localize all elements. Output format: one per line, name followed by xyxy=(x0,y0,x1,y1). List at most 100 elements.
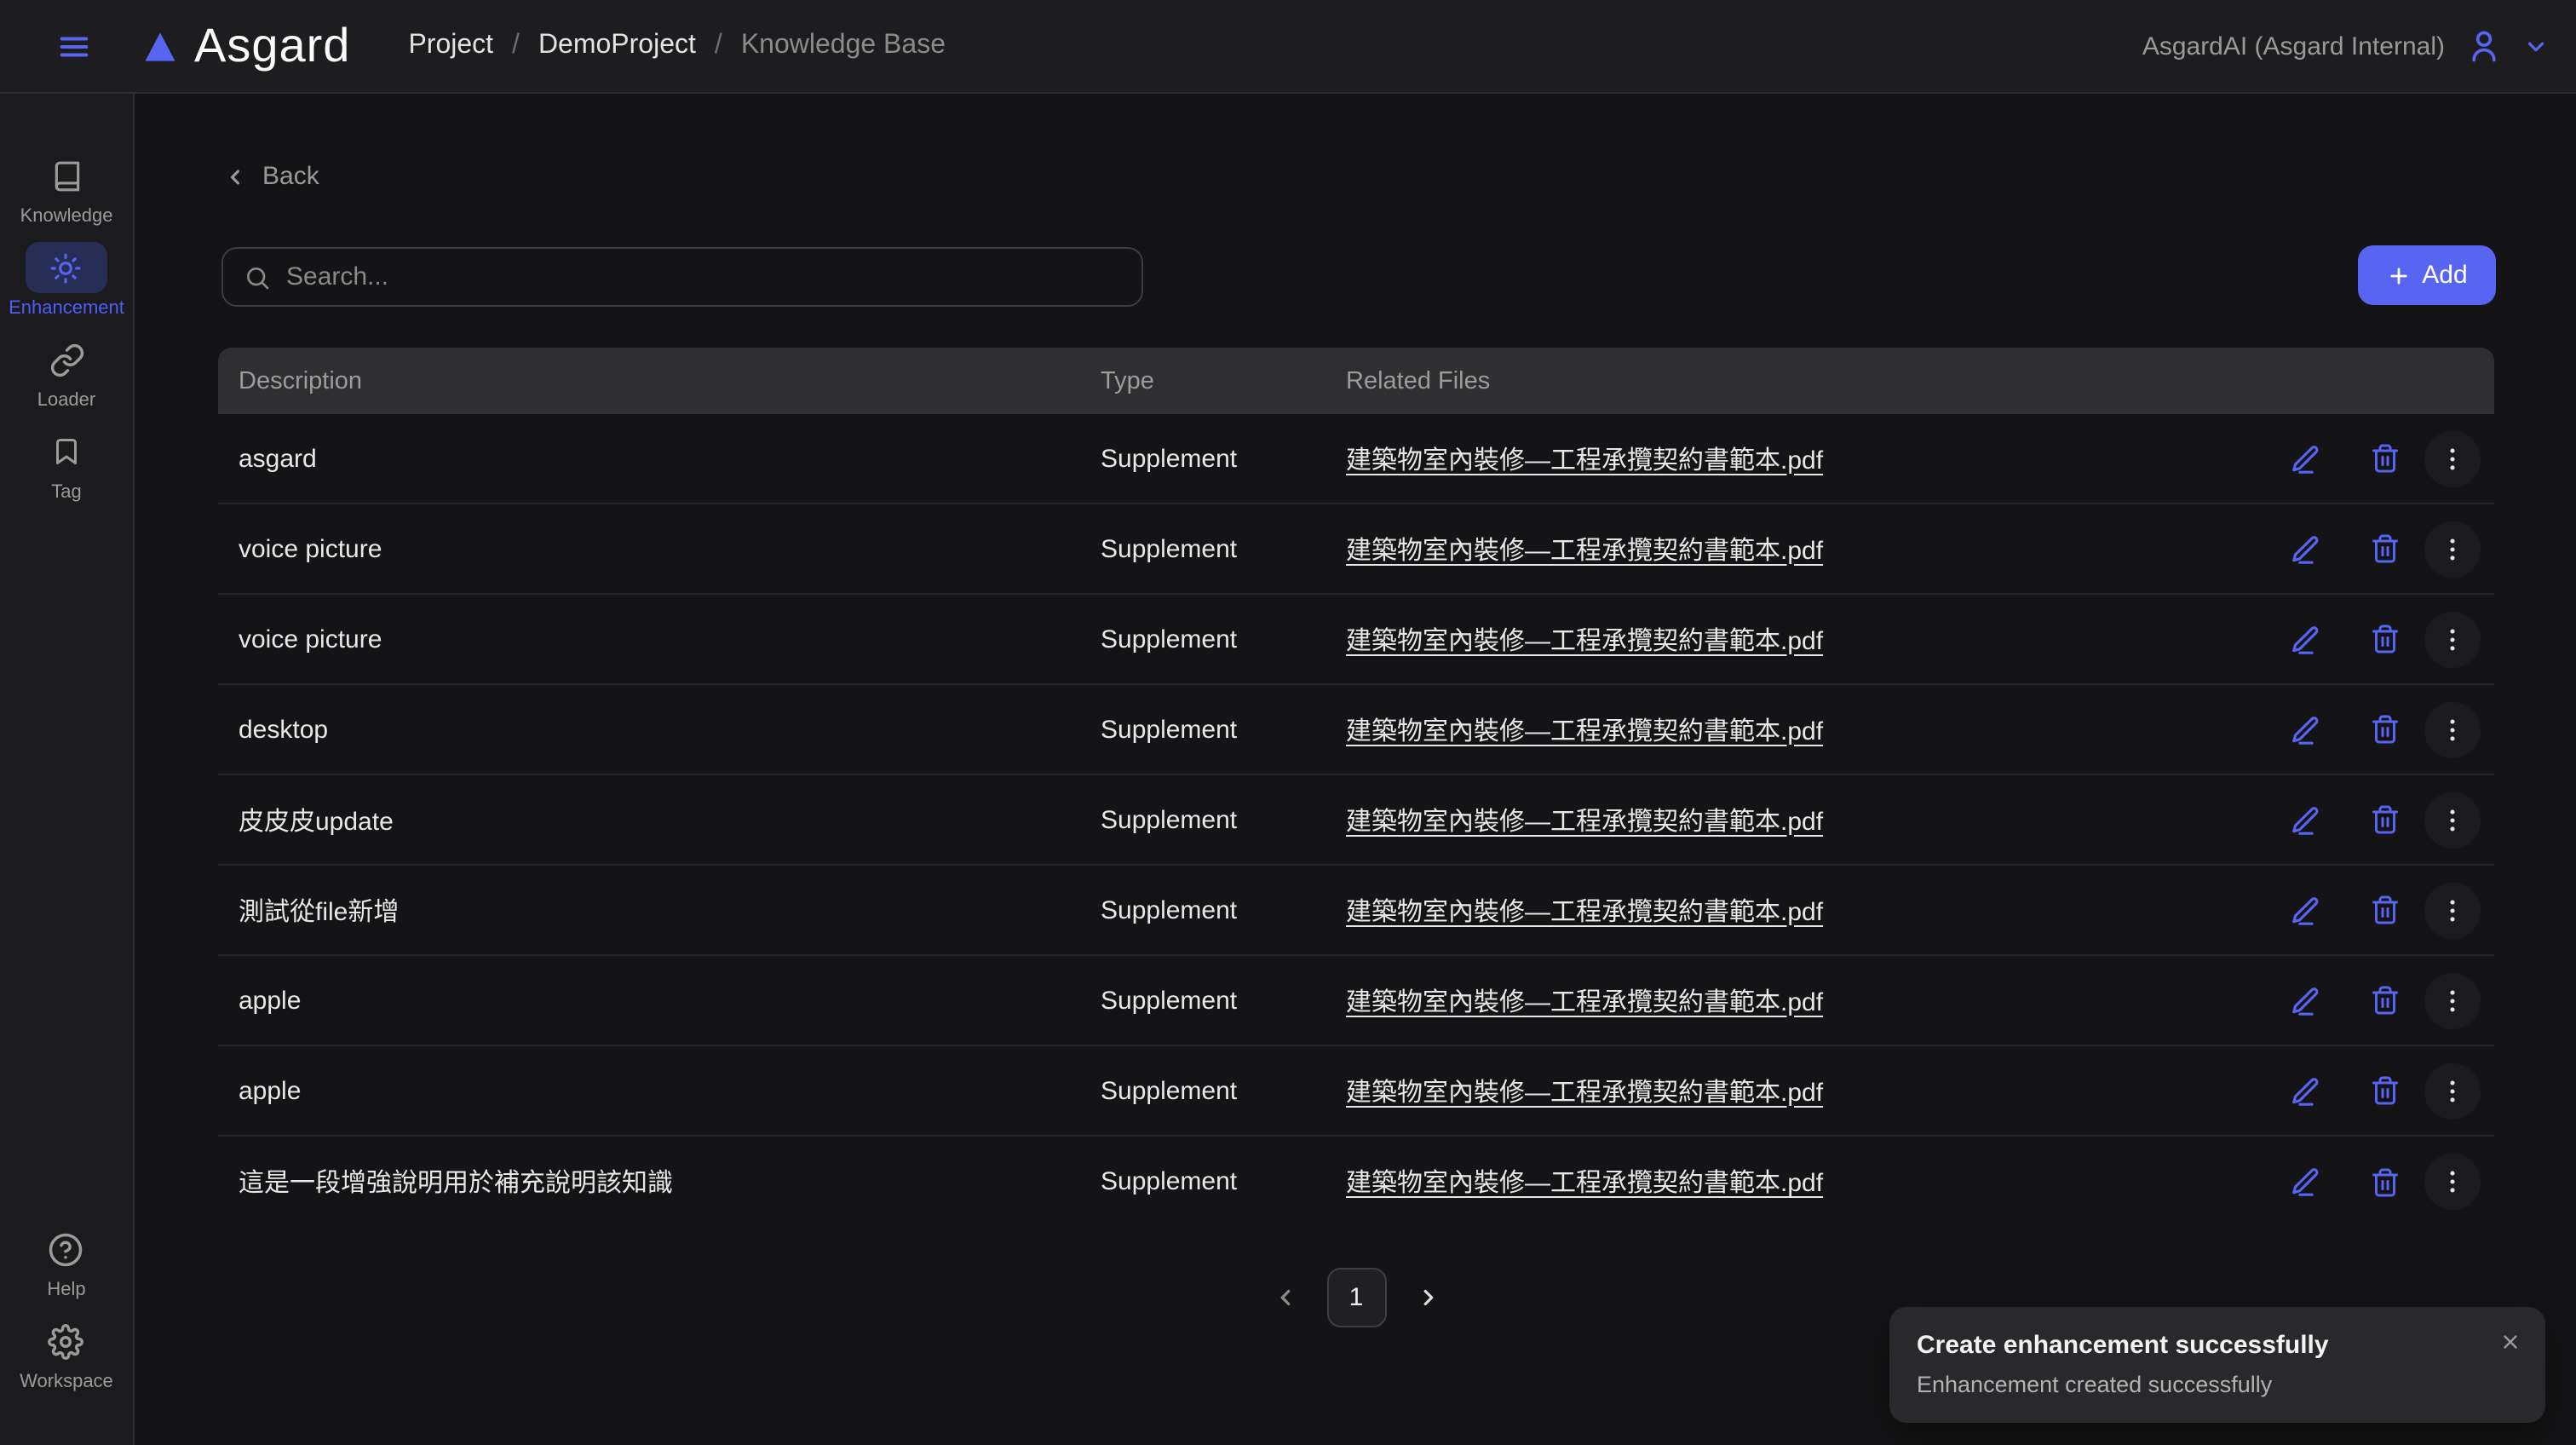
breadcrumb-project[interactable]: Project xyxy=(408,31,493,61)
related-file-link[interactable]: 建築物室內裝修—工程承攬契約書範本.pdf xyxy=(1346,897,1823,926)
row-type: Supplement xyxy=(1101,534,1346,563)
more-options-icon[interactable] xyxy=(2424,792,2481,848)
delete-icon[interactable] xyxy=(2368,1165,2402,1199)
delete-icon[interactable] xyxy=(2368,622,2402,656)
link-icon xyxy=(26,334,107,385)
close-icon[interactable] xyxy=(2499,1331,2521,1353)
column-header-type: Type xyxy=(1101,367,1346,394)
delete-icon[interactable] xyxy=(2368,983,2402,1017)
more-options-icon[interactable] xyxy=(2424,1062,2481,1119)
row-description: desktop xyxy=(218,715,1101,744)
row-type: Supplement xyxy=(1101,715,1346,744)
edit-icon[interactable] xyxy=(2288,983,2322,1017)
sidebar-item-label: Loader xyxy=(37,390,96,412)
edit-icon[interactable] xyxy=(2288,1165,2322,1199)
edit-icon[interactable] xyxy=(2288,893,2322,927)
next-page-icon[interactable] xyxy=(1415,1285,1440,1310)
sidebar: Knowledge Enhancement Loader Tag xyxy=(0,94,135,1445)
related-file-link[interactable]: 建築物室內裝修—工程承攬契約書範本.pdf xyxy=(1346,1078,1823,1107)
delete-icon[interactable] xyxy=(2368,1074,2402,1108)
related-file-link[interactable]: 建築物室內裝修—工程承攬契約書範本.pdf xyxy=(1346,446,1823,475)
more-options-icon[interactable] xyxy=(2424,1154,2481,1210)
breadcrumb-demoproject[interactable]: DemoProject xyxy=(538,31,696,61)
row-type: Supplement xyxy=(1101,444,1346,473)
more-options-icon[interactable] xyxy=(2424,521,2481,577)
row-description: apple xyxy=(218,986,1101,1015)
row-description: 測試從file新增 xyxy=(218,892,1101,928)
search-input[interactable] xyxy=(286,262,1121,291)
edit-icon[interactable] xyxy=(2288,803,2322,837)
account-menu[interactable]: AsgardAI (Asgard Internal) xyxy=(2142,27,2549,65)
row-description: voice picture xyxy=(218,534,1101,563)
row-actions xyxy=(2239,792,2494,848)
chevron-down-icon xyxy=(2523,33,2549,59)
column-header-related-files: Related Files xyxy=(1346,367,2239,394)
related-file-link[interactable]: 建築物室內裝修—工程承攬契約書範本.pdf xyxy=(1346,987,1823,1016)
row-type: Supplement xyxy=(1101,625,1346,653)
bookmark-icon xyxy=(26,426,107,477)
table-row: 這是一段增強說明用於補充說明該知識 Supplement 建築物室內裝修—工程承… xyxy=(218,1137,2494,1227)
more-options-icon[interactable] xyxy=(2424,972,2481,1028)
sidebar-item-workspace[interactable]: Workspace xyxy=(20,1315,113,1394)
sidebar-item-tag[interactable]: Tag xyxy=(26,426,107,504)
delete-icon[interactable] xyxy=(2368,893,2402,927)
row-actions xyxy=(2239,611,2494,667)
back-button[interactable]: Back xyxy=(223,162,319,191)
delete-icon[interactable] xyxy=(2368,803,2402,837)
table-body: asgard Supplement 建築物室內裝修—工程承攬契約書範本.pdf … xyxy=(218,414,2494,1227)
app-logo[interactable]: Asgard xyxy=(141,19,350,73)
plus-icon xyxy=(2386,263,2410,287)
chevron-left-icon xyxy=(223,164,247,188)
top-nav-bar: Asgard Project / DemoProject / Knowledge… xyxy=(0,0,2576,94)
edit-icon[interactable] xyxy=(2288,712,2322,746)
sidebar-item-label: Tag xyxy=(51,482,82,504)
breadcrumb-separator: / xyxy=(512,31,520,61)
search-icon xyxy=(244,263,271,291)
more-options-icon[interactable] xyxy=(2424,611,2481,667)
delete-icon[interactable] xyxy=(2368,532,2402,566)
sidebar-item-label: Workspace xyxy=(20,1372,113,1394)
row-description: apple xyxy=(218,1076,1101,1105)
table-row: voice picture Supplement 建築物室內裝修—工程承攬契約書… xyxy=(218,595,2494,685)
sun-icon xyxy=(26,242,107,293)
sidebar-bottom: Help Workspace xyxy=(20,1223,113,1408)
row-actions xyxy=(2239,1154,2494,1210)
sidebar-item-loader[interactable]: Loader xyxy=(26,334,107,412)
edit-icon[interactable] xyxy=(2288,1074,2322,1108)
more-options-icon[interactable] xyxy=(2424,882,2481,938)
related-file-link[interactable]: 建築物室內裝修—工程承攬契約書範本.pdf xyxy=(1346,807,1823,836)
logo-triangle-icon xyxy=(141,28,179,64)
delete-icon[interactable] xyxy=(2368,441,2402,475)
more-options-icon[interactable] xyxy=(2424,701,2481,757)
related-file-link[interactable]: 建築物室內裝修—工程承攬契約書範本.pdf xyxy=(1346,717,1823,746)
sidebar-item-label: Enhancement xyxy=(9,298,124,320)
edit-icon[interactable] xyxy=(2288,622,2322,656)
related-file-link[interactable]: 建築物室內裝修—工程承攬契約書範本.pdf xyxy=(1346,536,1823,565)
sidebar-item-help[interactable]: Help xyxy=(26,1223,107,1302)
related-file-link[interactable]: 建築物室內裝修—工程承攬契約書範本.pdf xyxy=(1346,626,1823,655)
menu-icon[interactable] xyxy=(58,30,90,62)
delete-icon[interactable] xyxy=(2368,712,2402,746)
related-file-link[interactable]: 建築物室內裝修—工程承攬契約書範本.pdf xyxy=(1346,1169,1823,1198)
row-type: Supplement xyxy=(1101,895,1346,924)
page-number-button[interactable]: 1 xyxy=(1326,1268,1386,1327)
edit-icon[interactable] xyxy=(2288,532,2322,566)
row-type: Supplement xyxy=(1101,1167,1346,1196)
enhancement-table: Description Type Related Files asgard Su… xyxy=(218,348,2494,1227)
back-label: Back xyxy=(262,162,319,191)
add-button[interactable]: Add xyxy=(2358,245,2496,305)
book-icon xyxy=(26,150,107,201)
row-actions xyxy=(2239,1062,2494,1119)
row-actions xyxy=(2239,521,2494,577)
breadcrumb-separator: / xyxy=(715,31,722,61)
sidebar-item-enhancement[interactable]: Enhancement xyxy=(9,242,124,320)
edit-icon[interactable] xyxy=(2288,441,2322,475)
sidebar-item-label: Knowledge xyxy=(20,206,113,228)
previous-page-icon[interactable] xyxy=(1272,1285,1297,1310)
row-type: Supplement xyxy=(1101,1076,1346,1105)
sidebar-item-knowledge[interactable]: Knowledge xyxy=(20,150,113,228)
row-type: Supplement xyxy=(1101,805,1346,834)
row-description: asgard xyxy=(218,444,1101,473)
sidebar-item-label: Help xyxy=(47,1280,85,1302)
more-options-icon[interactable] xyxy=(2424,430,2481,486)
